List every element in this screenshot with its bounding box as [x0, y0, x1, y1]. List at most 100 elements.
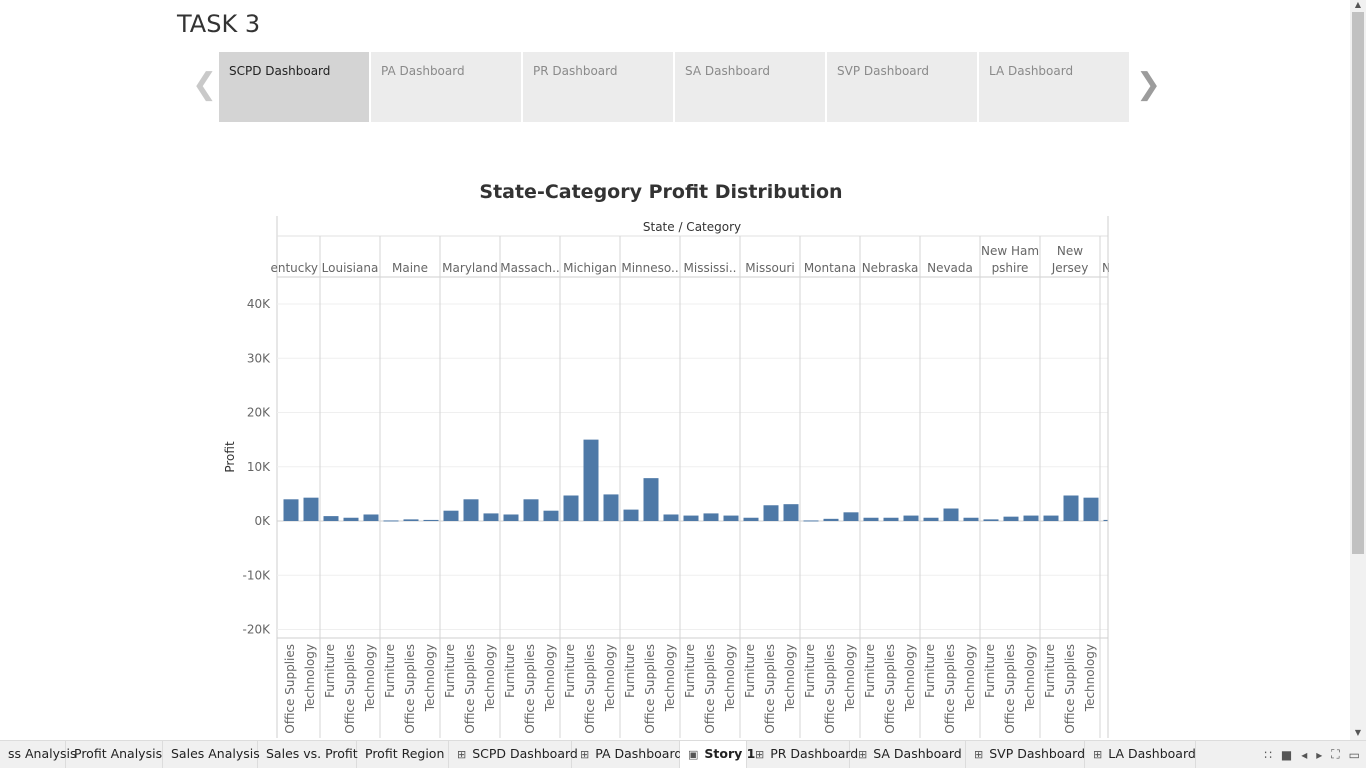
- category-label: Office Supplies: [523, 644, 537, 734]
- y-tick-label: 30K: [247, 351, 271, 365]
- bar: [603, 494, 619, 521]
- single-sheet-icon[interactable]: ■: [1281, 748, 1292, 762]
- state-label: Jersey: [1051, 261, 1089, 275]
- story-point-4[interactable]: SA Dashboard: [675, 52, 825, 122]
- story-point-6[interactable]: LA Dashboard: [979, 52, 1129, 122]
- sheet-tab-12[interactable]: ⊞ LA Dashboard: [1085, 741, 1196, 768]
- sheet-tab-label: Sales vs. Profit: [266, 746, 358, 761]
- bar: [803, 520, 819, 522]
- state-label: Montana: [804, 261, 856, 275]
- bar: [983, 519, 999, 521]
- category-label: Office Supplies: [883, 644, 897, 734]
- vertical-scrollbar[interactable]: ▲ ▼: [1350, 0, 1366, 740]
- chart-title: State-Category Profit Distribution: [479, 181, 843, 203]
- category-label: Technology: [783, 644, 797, 712]
- category-label: Technology: [1023, 644, 1037, 712]
- y-tick-label: 20K: [247, 406, 271, 420]
- fullscreen-icon[interactable]: ⛶: [1331, 747, 1339, 762]
- category-label: Technology: [723, 644, 737, 712]
- filmstrip-icon[interactable]: ∷: [1264, 748, 1272, 762]
- sheet-tab-6[interactable]: ⊞ SCPD Dashboard: [449, 741, 578, 768]
- category-label: Office Supplies: [763, 644, 777, 734]
- next-sheet-icon[interactable]: ▸: [1316, 748, 1322, 762]
- state-label: Minneso..: [621, 261, 678, 275]
- state-label: Louisiana: [322, 261, 379, 275]
- category-label: Technology: [363, 644, 377, 712]
- bar: [463, 499, 479, 521]
- tab-toolbar: ∷ ■ ◂ ▸ ⛶ ▭: [1264, 741, 1360, 768]
- story-point-3[interactable]: PR Dashboard: [523, 52, 673, 122]
- category-label: Technology: [843, 644, 857, 712]
- state-label: Maine: [392, 261, 428, 275]
- category-label: Office Supplies: [403, 644, 417, 734]
- category-label: Furniture: [563, 644, 577, 698]
- sheet-tab-2[interactable]: Profit Analysis: [66, 741, 163, 768]
- sheet-tab-8[interactable]: ▣ Story 1: [680, 741, 755, 768]
- state-label: entucky: [270, 261, 318, 275]
- y-tick-label: 10K: [247, 460, 271, 474]
- bar: [783, 504, 799, 521]
- right-mask: [1109, 216, 1344, 740]
- category-label: Technology: [483, 644, 497, 712]
- chevron-left-icon[interactable]: ❮: [192, 70, 217, 100]
- bar: [483, 513, 499, 521]
- bar: [743, 517, 759, 521]
- scroll-down-icon[interactable]: ▼: [1350, 728, 1366, 740]
- dashboard-icon: ⊞: [755, 748, 765, 761]
- sheet-tab-10[interactable]: ⊞ SA Dashboard: [850, 741, 966, 768]
- presentation-icon[interactable]: ▭: [1349, 748, 1360, 762]
- sheet-tab-label: LA Dashboard: [1108, 746, 1196, 761]
- sheet-tab-11[interactable]: ⊞ SVP Dashboard: [966, 741, 1085, 768]
- category-label: Furniture: [323, 644, 337, 698]
- bar: [883, 517, 899, 521]
- sheet-tab-4[interactable]: Sales vs. Profit: [258, 741, 358, 768]
- sheet-tab-1[interactable]: ss Analysis: [0, 741, 77, 768]
- story-point-2[interactable]: PA Dashboard: [371, 52, 521, 122]
- bar: [343, 517, 359, 521]
- sheet-tab-label: SA Dashboard: [873, 746, 962, 761]
- dashboard-icon: ⊞: [1093, 748, 1103, 761]
- y-tick-label: 40K: [247, 297, 271, 311]
- category-label: Technology: [663, 644, 677, 712]
- bar: [763, 505, 779, 521]
- y-axis-label: Profit: [223, 441, 237, 473]
- sheet-tab-label: Profit Analysis: [74, 746, 163, 761]
- sheet-tab-9[interactable]: ⊞ PR Dashboard: [747, 741, 858, 768]
- category-label: Furniture: [803, 644, 817, 698]
- category-label: Office Supplies: [1003, 644, 1017, 734]
- category-label: Technology: [963, 644, 977, 712]
- sheet-tab-7[interactable]: ⊞ PA Dashboard: [572, 741, 682, 768]
- prev-sheet-icon[interactable]: ◂: [1301, 748, 1307, 762]
- state-label: New: [1057, 244, 1083, 258]
- category-label: Technology: [903, 644, 917, 712]
- scroll-up-icon[interactable]: ▲: [1350, 0, 1366, 12]
- sheet-tab-3[interactable]: Sales Analysis: [163, 741, 260, 768]
- bar: [683, 515, 699, 521]
- category-label: Office Supplies: [943, 644, 957, 734]
- chevron-right-icon[interactable]: ❯: [1136, 70, 1161, 100]
- bar: [543, 510, 559, 521]
- category-label: Office Supplies: [583, 644, 597, 734]
- bar: [1063, 495, 1079, 521]
- sheet-tab-5[interactable]: Profit Region: [357, 741, 449, 768]
- story-point-1[interactable]: SCPD Dashboard: [219, 52, 369, 122]
- bar: [423, 519, 439, 521]
- bar: [943, 508, 959, 521]
- category-label: Office Supplies: [343, 644, 357, 734]
- scroll-thumb[interactable]: [1352, 12, 1364, 554]
- bar: [723, 515, 739, 521]
- category-label: Furniture: [923, 644, 937, 698]
- category-label: Office Supplies: [703, 644, 717, 734]
- state-label: Mississi..: [684, 261, 737, 275]
- state-label: Nebraska: [862, 261, 919, 275]
- y-tick-label: 0K: [254, 514, 271, 528]
- bar: [923, 517, 939, 521]
- state-label: N: [1102, 261, 1111, 275]
- y-tick-label: -20K: [243, 623, 272, 637]
- dashboard-icon: ⊞: [457, 748, 467, 761]
- category-label: Office Supplies: [1063, 644, 1077, 734]
- story-point-5[interactable]: SVP Dashboard: [827, 52, 977, 122]
- bar: [583, 439, 599, 521]
- state-label: Michigan: [563, 261, 617, 275]
- bar: [843, 512, 859, 521]
